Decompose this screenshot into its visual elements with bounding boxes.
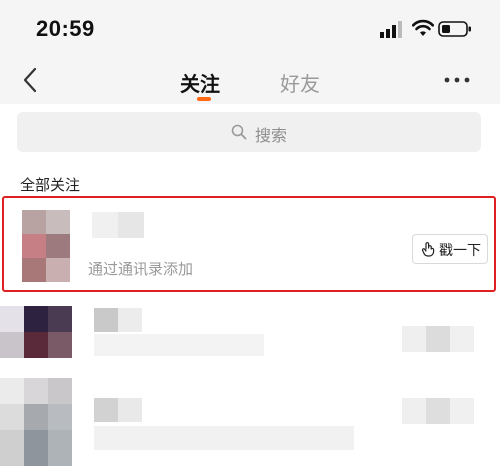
- search-placeholder: 搜索: [255, 126, 288, 145]
- back-icon[interactable]: [20, 66, 40, 94]
- blurred-contact-list: [0, 300, 500, 466]
- avatar: [48, 404, 72, 430]
- section-title: 全部关注: [20, 176, 81, 194]
- avatar: [48, 306, 72, 332]
- name-blur: [118, 308, 142, 332]
- contact-row[interactable]: 通过通讯录添加 戳一下: [0, 196, 500, 294]
- name-blur: [118, 398, 142, 422]
- wifi-icon: [412, 19, 434, 36]
- avatar: [24, 306, 48, 332]
- poke-button[interactable]: 戳一下: [412, 234, 488, 264]
- avatar: [48, 378, 72, 404]
- avatar: [24, 332, 48, 358]
- button-blur: [450, 398, 474, 424]
- contact-subtitle: 通过通讯录添加: [88, 260, 194, 278]
- tab-follow[interactable]: 关注: [180, 68, 220, 97]
- button-blur: [402, 326, 426, 352]
- name-blur: [92, 212, 144, 238]
- avatar: [24, 378, 48, 404]
- status-bar: 20:59: [0, 0, 500, 58]
- avatar: [48, 430, 72, 466]
- search-icon: [231, 124, 247, 140]
- text-blur: [94, 426, 354, 450]
- battery-icon: [438, 21, 471, 37]
- nav-bar: 关注 好友: [0, 58, 500, 104]
- avatar: [0, 430, 24, 466]
- avatar: [0, 306, 24, 332]
- name-blur: [94, 398, 118, 422]
- status-time: 20:59: [36, 16, 95, 41]
- more-icon[interactable]: [444, 76, 470, 84]
- button-blur: [402, 398, 426, 424]
- avatar: [0, 404, 24, 430]
- tab-friends[interactable]: 好友: [280, 68, 320, 97]
- search-area: 搜索: [0, 104, 500, 162]
- signal-icon: [380, 21, 402, 38]
- tab-indicator: [197, 97, 211, 101]
- button-blur: [426, 326, 450, 352]
- avatar: [24, 404, 48, 430]
- search-input[interactable]: 搜索: [17, 112, 481, 152]
- button-blur: [426, 398, 450, 424]
- text-blur: [94, 334, 264, 356]
- avatar: [24, 430, 48, 466]
- avatar: [0, 378, 24, 404]
- poke-label: 戳一下: [439, 243, 481, 259]
- avatar: [0, 332, 24, 358]
- avatar: [22, 210, 70, 282]
- hand-icon: [421, 242, 435, 257]
- avatar: [48, 332, 72, 358]
- button-blur: [450, 326, 474, 352]
- name-blur: [94, 308, 118, 332]
